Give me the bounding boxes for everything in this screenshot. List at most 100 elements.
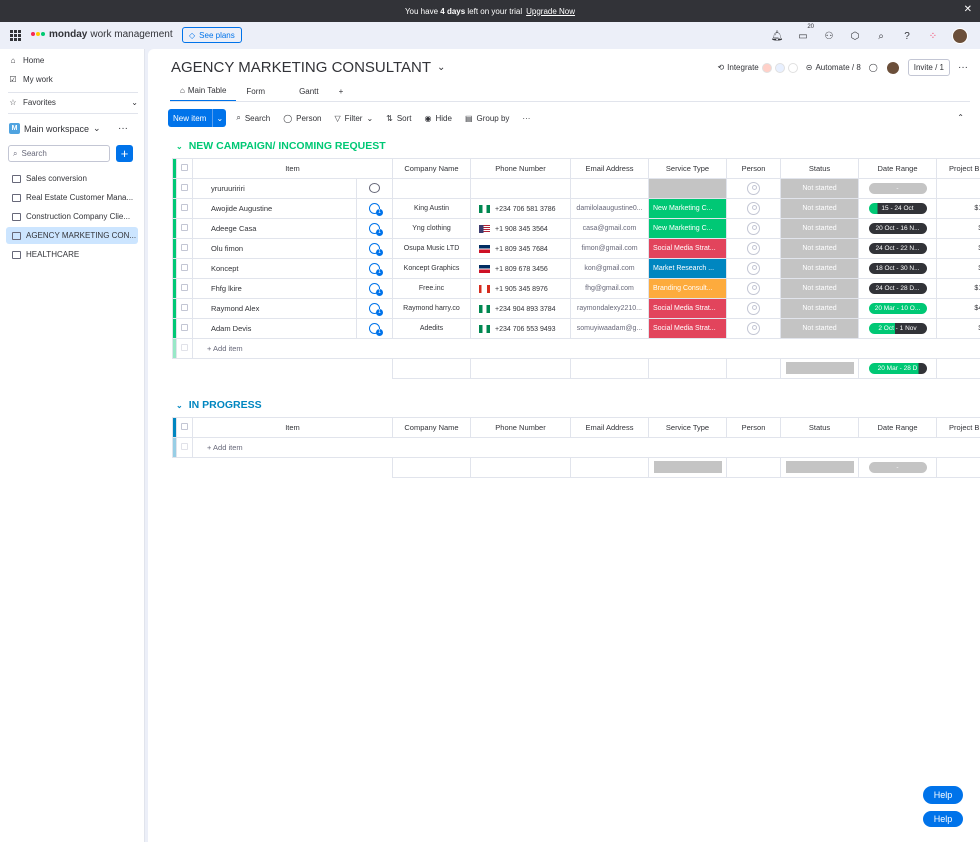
sidebar-item-my-work[interactable]: ☑ My work — [8, 74, 52, 84]
email-cell[interactable]: fhg@gmail.com — [570, 278, 649, 299]
person-cell[interactable] — [726, 298, 781, 319]
column-header-person[interactable]: Person — [726, 417, 781, 438]
sidebar-item-home[interactable]: ⌂ Home — [8, 55, 45, 65]
budget-cell[interactable]: $40 — [936, 218, 980, 239]
column-header-email[interactable]: Email Address — [570, 158, 649, 179]
close-icon[interactable]: ✕ — [964, 4, 972, 15]
bell-icon[interactable]: 🔔︎ — [770, 29, 784, 43]
service-type-cell[interactable]: New Marketing C... — [648, 198, 727, 219]
column-header-budget[interactable]: Project B — [936, 417, 980, 438]
budget-cell[interactable]: $100 — [936, 278, 980, 299]
table-row[interactable]: Fhfg lkire 1 Free.inc +1 905 345 8976 fhg@gm… — [172, 278, 980, 299]
status-cell[interactable]: Not started — [780, 238, 859, 259]
date-range-cell[interactable]: 20 Mar - 10 O... — [858, 298, 937, 319]
board-title[interactable]: AGENCY MARKETING CONSULTANT ⌄ — [171, 59, 445, 76]
add-item-input[interactable]: + Add item — [192, 437, 980, 458]
column-header-date[interactable]: Date Range — [858, 158, 937, 179]
row-checkbox[interactable] — [176, 318, 193, 339]
row-checkbox[interactable] — [176, 198, 193, 219]
company-cell[interactable]: Adedits — [392, 318, 471, 339]
automate-button[interactable]: ⊝ Automate / 8 — [806, 63, 861, 72]
inbox-icon[interactable]: ▭ 20 — [796, 24, 814, 43]
date-range-cell[interactable]: 24 Oct - 22 N... — [858, 238, 937, 259]
board-owner-avatar[interactable] — [885, 60, 900, 75]
person-cell[interactable] — [726, 238, 781, 259]
add-update-icon[interactable]: 1 — [369, 303, 383, 316]
new-item-button[interactable]: New item ⌄ — [168, 109, 227, 127]
item-name[interactable]: Adeege Casa — [192, 218, 357, 239]
service-type-cell[interactable]: Branding Consult... — [648, 278, 727, 299]
company-cell[interactable]: Free.inc — [392, 278, 471, 299]
date-range-cell[interactable]: - — [858, 178, 937, 199]
updates-cell[interactable]: 1 — [356, 278, 393, 299]
integrate-button[interactable]: ⟲ Integrate — [717, 62, 798, 73]
row-checkbox[interactable] — [176, 258, 193, 279]
table-row[interactable]: Adeege Casa 1 Yng clothing +1 908 345 3564 c… — [172, 218, 980, 239]
phone-cell[interactable]: +1 908 345 3564 — [470, 218, 571, 239]
status-cell[interactable]: Not started — [780, 258, 859, 279]
status-cell[interactable]: Not started — [780, 218, 859, 239]
item-name[interactable]: Awojide Augustine — [192, 198, 357, 219]
budget-cell[interactable]: $30 — [936, 318, 980, 339]
budget-cell[interactable]: $150 — [936, 198, 980, 219]
email-cell[interactable] — [570, 178, 649, 199]
column-header-service[interactable]: Service Type — [648, 158, 727, 179]
add-view-button[interactable]: + — [329, 83, 354, 102]
table-row[interactable]: Awojide Augustine 1 King Austin +234 706 58… — [172, 198, 980, 219]
chevron-up-icon[interactable]: ⌃ — [957, 113, 964, 122]
company-cell[interactable]: King Austin — [392, 198, 471, 219]
sidebar-item-favorites[interactable]: ☆ Favorites ⌄ — [8, 97, 138, 107]
email-cell[interactable]: somuyiwaadam@g... — [570, 318, 649, 339]
table-row[interactable]: yruruuririri Not started - — [172, 178, 980, 199]
phone-cell[interactable]: +234 706 553 9493 — [470, 318, 571, 339]
email-cell[interactable]: casa@gmail.com — [570, 218, 649, 239]
column-header-status[interactable]: Status — [780, 158, 859, 179]
table-row[interactable]: Raymond Alex 1 Raymond harry.co +234 904 89… — [172, 298, 980, 319]
help-icon[interactable]: ? — [900, 29, 914, 43]
email-cell[interactable]: damilolaaugustine0... — [570, 198, 649, 219]
status-cell[interactable]: Not started — [780, 278, 859, 299]
company-cell[interactable]: Raymond harry.co — [392, 298, 471, 319]
person-cell[interactable] — [726, 198, 781, 219]
row-checkbox[interactable] — [176, 278, 193, 299]
filter-button[interactable]: ▽ Filter ⌄ — [335, 114, 374, 123]
sidebar-board-item[interactable]: Sales conversion — [6, 170, 138, 187]
group-title-in-progress[interactable]: ⌄ IN PROGRESS — [176, 399, 262, 411]
company-cell[interactable]: Osupa Music LTD — [392, 238, 471, 259]
tab-gantt[interactable]: Gantt — [289, 83, 329, 102]
updates-cell[interactable] — [356, 178, 393, 199]
row-checkbox[interactable] — [176, 238, 193, 259]
invite-button[interactable]: Invite / 1 — [907, 59, 950, 76]
column-header-date[interactable]: Date Range — [858, 417, 937, 438]
row-checkbox[interactable] — [176, 298, 193, 319]
add-update-icon[interactable] — [369, 182, 380, 193]
add-update-icon[interactable]: 1 — [369, 223, 383, 236]
select-all-checkbox[interactable] — [176, 158, 193, 179]
status-cell[interactable]: Not started — [780, 298, 859, 319]
phone-cell[interactable] — [470, 178, 571, 199]
email-cell[interactable]: kon@gmail.com — [570, 258, 649, 279]
sidebar-board-item[interactable]: Real Estate Customer Mana... — [6, 189, 138, 206]
column-header-phone[interactable]: Phone Number — [470, 417, 571, 438]
budget-cell[interactable]: $30 — [936, 238, 980, 259]
column-header-status[interactable]: Status — [780, 417, 859, 438]
upgrade-link[interactable]: Upgrade Now — [526, 7, 575, 16]
monday-switcher-icon[interactable]: ⁘ — [926, 29, 940, 43]
date-range-cell[interactable]: 24 Oct - 28 D... — [858, 278, 937, 299]
search-icon[interactable]: ⌕ — [874, 29, 888, 43]
comment-icon[interactable]: ◯ — [869, 63, 878, 72]
table-row[interactable]: Olu fimon 1 Osupa Music LTD +1 809 345 7684… — [172, 238, 980, 259]
column-header-person[interactable]: Person — [726, 158, 781, 179]
hide-button[interactable]: ◉ Hide — [425, 114, 452, 123]
service-type-cell[interactable] — [648, 178, 727, 199]
item-name[interactable]: Adam Devis — [192, 318, 357, 339]
date-range-cell[interactable]: 15 - 24 Oct — [858, 198, 937, 219]
group-by-button[interactable]: ▤ Group by — [465, 114, 509, 123]
more-icon[interactable]: ··· — [522, 114, 530, 123]
person-cell[interactable] — [726, 318, 781, 339]
person-cell[interactable] — [726, 218, 781, 239]
person-filter-button[interactable]: ◯ Person — [283, 114, 321, 123]
add-update-icon[interactable]: 1 — [369, 243, 383, 256]
user-avatar[interactable] — [952, 28, 968, 44]
group-title-new-campaign[interactable]: ⌄ NEW CAMPAIGN/ INCOMING REQUEST — [176, 140, 386, 152]
